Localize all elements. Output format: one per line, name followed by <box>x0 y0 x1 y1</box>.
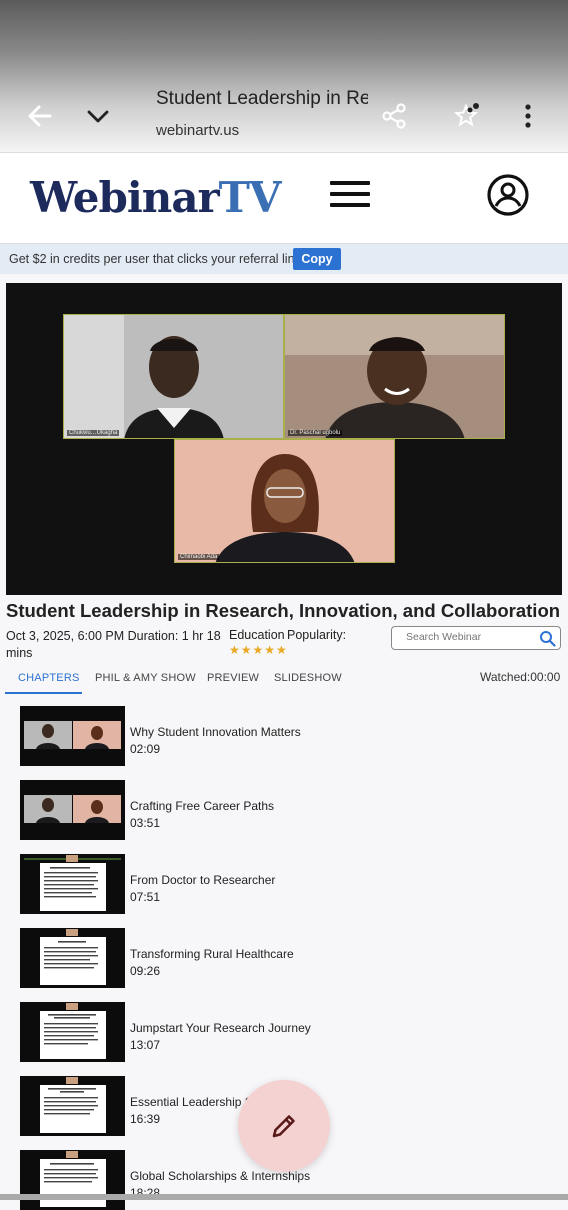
logo-main-text: Webinar <box>30 173 220 222</box>
user-account-icon[interactable] <box>486 173 530 217</box>
referral-bar: Get $2 in credits per user that clicks y… <box>0 244 568 274</box>
chapter-item[interactable]: Jumpstart Your Research Journey 13:07 <box>20 1002 460 1062</box>
chapter-thumbnail <box>20 928 125 988</box>
chapter-title: Transforming Rural Healthcare <box>130 947 294 961</box>
hamburger-menu-icon[interactable] <box>330 181 370 213</box>
popularity-stars: ★★★★★ <box>229 643 288 657</box>
chapter-title: Crafting Free Career Paths <box>130 799 275 813</box>
bottom-edge <box>0 1194 568 1200</box>
watched-time: Watched:00:00 <box>480 670 561 684</box>
referral-text: Get $2 in credits per user that clicks y… <box>9 252 301 266</box>
chapter-thumbnail <box>20 1002 125 1062</box>
more-options-icon[interactable] <box>510 98 546 134</box>
pencil-icon <box>272 1115 295 1138</box>
chapter-time: 13:07 <box>130 1038 161 1052</box>
back-arrow-icon[interactable] <box>22 98 58 134</box>
chapter-thumbnail <box>20 1150 125 1210</box>
participant-avatar <box>285 315 504 438</box>
search-input[interactable] <box>406 631 536 643</box>
share-icon[interactable] <box>376 98 412 134</box>
browser-page-title: Student Leadership in Re <box>156 88 368 109</box>
webinar-category[interactable]: Education <box>229 628 285 642</box>
site-header: WebinarTV <box>0 152 568 244</box>
chapter-title: Why Student Innovation Matters <box>130 725 301 739</box>
tab-phil-amy-show[interactable]: PHIL & AMY SHOW <box>95 672 196 684</box>
chapter-thumbnail <box>20 706 125 766</box>
search-icon[interactable] <box>539 630 556 647</box>
chapter-title: From Doctor to Researcher <box>130 873 276 887</box>
star-bookmark-icon[interactable] <box>448 98 484 134</box>
participant-avatar <box>64 315 283 438</box>
chapter-item[interactable]: Why Student Innovation Matters 02:09 <box>20 706 460 766</box>
participant-avatar <box>175 440 394 562</box>
chapter-item[interactable]: Transforming Rural Healthcare 09:26 <box>20 928 460 988</box>
participant-tile: Chukwu…Ukagha <box>63 314 284 439</box>
chapter-thumbnail <box>20 854 125 914</box>
chapter-thumbnail <box>20 1076 125 1136</box>
participant-name: Chimaobi Ada <box>178 554 220 560</box>
tab-slideshow[interactable]: SLIDESHOW <box>274 672 342 684</box>
chapter-item[interactable]: Crafting Free Career Paths 03:51 <box>20 780 460 840</box>
popularity-label: Popularity: <box>287 628 347 642</box>
webinar-tabs: CHAPTERS PHIL & AMY SHOW PREVIEW SLIDESH… <box>0 664 568 694</box>
tab-chapters[interactable]: CHAPTERS <box>18 672 80 684</box>
logo-tv-text: TV <box>218 173 282 222</box>
chapter-time: 02:09 <box>130 742 161 756</box>
participant-name: Dr. Paschal ugbolu <box>288 430 343 436</box>
webinar-date-duration: Oct 3, 2025, 6:00 PM Duration: 1 hr 18 m… <box>6 629 221 660</box>
search-webinar-field[interactable] <box>391 626 561 650</box>
chapter-item[interactable]: From Doctor to Researcher 07:51 <box>20 854 460 914</box>
copy-referral-button[interactable]: Copy <box>293 248 341 270</box>
chapter-title: Jumpstart Your Research Journey <box>130 1021 311 1035</box>
chapter-time: 16:39 <box>130 1112 161 1126</box>
chapter-time: 07:51 <box>130 890 161 904</box>
chapter-time: 03:51 <box>130 816 161 830</box>
participant-tile: Chimaobi Ada <box>174 439 395 563</box>
chapter-thumbnail <box>20 780 125 840</box>
active-tab-indicator <box>5 692 82 694</box>
video-player[interactable]: Chukwu…Ukagha Dr. Paschal ugbolu Chimaob… <box>6 283 562 595</box>
tab-preview[interactable]: PREVIEW <box>207 672 259 684</box>
webinartv-logo[interactable]: WebinarTV <box>30 173 282 222</box>
chapter-item[interactable]: Global Scholarships & Internships 18:28 <box>20 1150 460 1210</box>
participant-tile: Dr. Paschal ugbolu <box>284 314 505 439</box>
chapter-title: Essential Leadership S <box>130 1095 253 1109</box>
webinar-title: Student Leadership in Research, Innovati… <box>6 600 561 621</box>
chevron-down-icon[interactable] <box>80 98 116 134</box>
chapter-time: 09:26 <box>130 964 161 978</box>
browser-toolbar: Student Leadership in Re webinartv.us <box>0 0 568 152</box>
participant-name: Chukwu…Ukagha <box>67 430 120 436</box>
browser-url[interactable]: webinartv.us <box>156 122 239 139</box>
edit-fab-button[interactable] <box>238 1080 330 1172</box>
